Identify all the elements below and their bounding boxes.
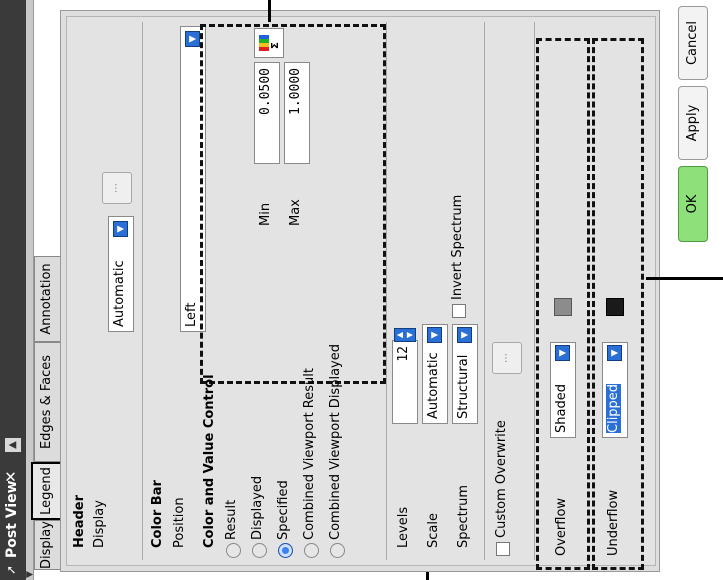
header-section-title: Header (72, 494, 87, 548)
pin-icon[interactable]: ➚ (4, 565, 18, 575)
underflow-label: Underflow (606, 489, 621, 556)
overflow-value: Shaded (554, 384, 569, 433)
annotation-line (268, 0, 271, 22)
annotation-line (426, 572, 429, 580)
tab-legend[interactable]: Legend (31, 462, 62, 520)
window-title: Post View (4, 480, 20, 558)
radio-specified[interactable] (278, 543, 293, 558)
dropdown-icon[interactable]: ▼ (185, 31, 200, 47)
color-bar-section-title: Color Bar (150, 480, 165, 548)
invert-spectrum-checkbox[interactable] (452, 304, 466, 318)
overflow-label: Overflow (554, 497, 569, 556)
overflow-dropdown[interactable]: Shaded ▼ (550, 342, 576, 438)
dropdown-icon[interactable]: ▼ (555, 345, 570, 361)
radio-combined-viewport-displayed[interactable] (330, 543, 345, 558)
radio-combined-viewport-displayed-label: Combined Viewport Displayed (328, 344, 343, 540)
close-icon[interactable]: ✕ (2, 470, 20, 483)
scale-label: Scale (426, 513, 441, 548)
underflow-dropdown[interactable]: Clipped ▼ (602, 342, 628, 438)
title-bar: ➚ Post View ✕ ▲ (0, 0, 26, 580)
separator (534, 22, 535, 560)
dropdown-icon[interactable]: ▼ (607, 345, 622, 361)
underflow-value: Clipped (606, 383, 621, 433)
radio-displayed-label: Displayed (250, 475, 265, 540)
levels-input[interactable]: 12 (392, 340, 418, 424)
spectrum-icon[interactable]: Σ (254, 28, 284, 58)
header-display-dropdown[interactable]: Automatic ▼ (108, 216, 134, 332)
custom-overwrite-more-button[interactable]: ⋯ (492, 342, 522, 374)
custom-overwrite-checkbox[interactable] (496, 542, 510, 556)
cancel-button[interactable]: Cancel (678, 6, 708, 80)
scale-value: Automatic (426, 352, 441, 419)
radio-result[interactable] (226, 543, 241, 558)
annotation-line (646, 277, 723, 280)
levels-value: 12 (396, 346, 411, 362)
radio-result-label: Result (224, 499, 239, 540)
separator (484, 22, 485, 560)
radio-displayed[interactable] (252, 543, 267, 558)
tab-annotation[interactable]: Annotation (34, 256, 60, 342)
radio-combined-viewport-result[interactable] (304, 543, 319, 558)
levels-spinner[interactable]: ▲ ▼ (394, 328, 416, 342)
scroll-down-icon[interactable]: ▼ (25, 571, 35, 578)
radio-specified-label: Specified (276, 480, 291, 540)
dropdown-icon[interactable]: ▼ (113, 221, 128, 237)
tab-display[interactable]: Display (34, 520, 60, 570)
dropdown-icon[interactable]: ▼ (457, 327, 472, 343)
ok-button[interactable]: OK (678, 166, 708, 242)
max-label: Max (288, 199, 303, 226)
min-label: Min (258, 202, 273, 226)
invert-spectrum-label: Invert Spectrum (450, 194, 465, 300)
color-bar-position-label: Position (172, 497, 187, 548)
overflow-color-swatch[interactable] (554, 298, 572, 316)
tab-edges-faces[interactable]: Edges & Faces (34, 342, 60, 462)
scroll-up-icon[interactable]: ▲ (5, 438, 21, 452)
header-display-value: Automatic (112, 260, 127, 327)
header-display-label: Display (92, 500, 107, 548)
spectrum-value: Structural (456, 354, 471, 419)
underflow-color-swatch[interactable] (606, 298, 624, 316)
post-view-window: ➚ Post View ✕ ▲ ▼ Display Legend Edges &… (0, 0, 723, 580)
levels-label: Levels (396, 506, 411, 548)
dropdown-icon[interactable]: ▼ (427, 327, 442, 343)
color-value-section-title: Color and Value Control (202, 374, 217, 548)
more-icon: ⋯ (111, 183, 122, 193)
radio-combined-viewport-result-label: Combined Viewport Result (302, 368, 317, 540)
separator (386, 22, 387, 560)
more-icon: ⋯ (501, 353, 512, 363)
max-value-input[interactable]: 1.0000 (284, 62, 310, 164)
spectrum-dropdown[interactable]: Structural ▼ (452, 324, 478, 424)
spectrum-label: Spectrum (456, 485, 471, 548)
scale-dropdown[interactable]: Automatic ▼ (422, 324, 448, 424)
custom-overwrite-label: Custom Overwrite (494, 420, 509, 538)
separator (142, 22, 143, 560)
min-value-input[interactable]: 0.0500 (254, 62, 280, 164)
apply-button[interactable]: Apply (678, 86, 708, 160)
header-more-button[interactable]: ⋯ (102, 172, 132, 204)
color-bar-position-value: Left (184, 302, 199, 327)
